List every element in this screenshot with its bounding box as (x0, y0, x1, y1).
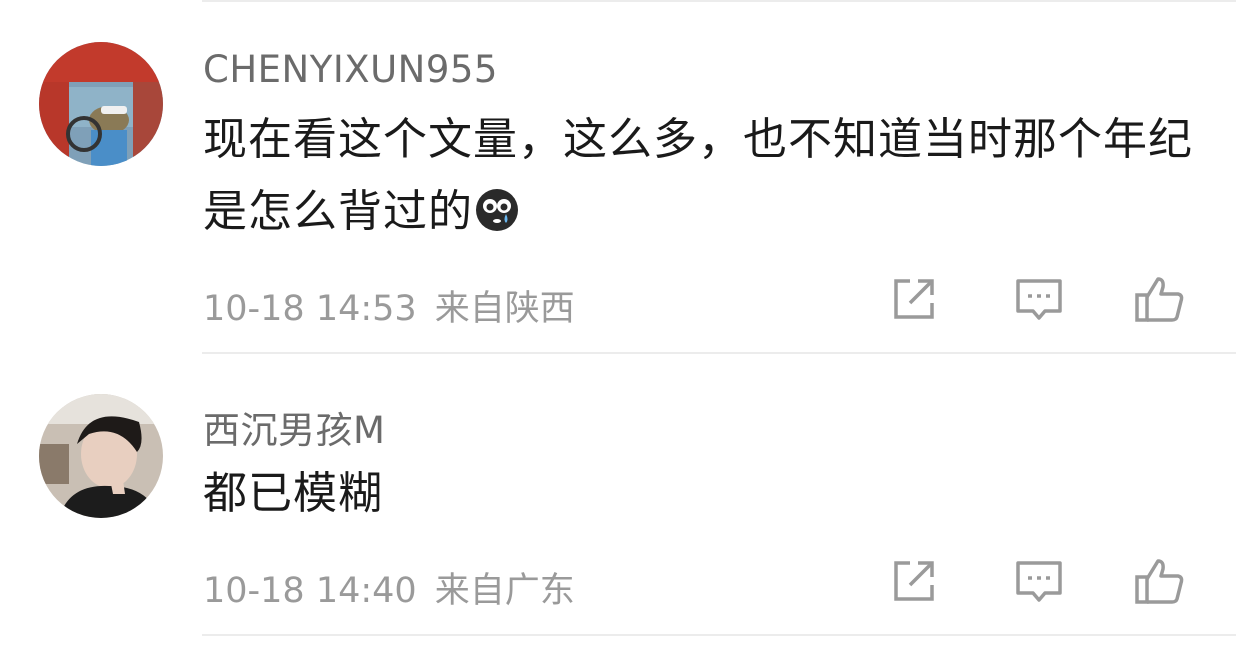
comment-text: 都已模糊 (203, 458, 1203, 530)
username[interactable]: 西沉男孩M (203, 400, 385, 454)
thumbs-up-icon (1135, 277, 1184, 322)
comment-meta: 10-18 14:53 来自陕西 (203, 280, 575, 331)
share-icon (894, 279, 934, 319)
avatar-car-character-icon (39, 42, 163, 166)
location: 来自陕西 (434, 289, 575, 329)
thumbs-up-icon (1135, 559, 1184, 604)
username[interactable]: CHENYIXUN955 (203, 48, 498, 91)
like-button[interactable] (1134, 273, 1186, 325)
share-button[interactable] (888, 273, 940, 325)
comment-divider (202, 352, 1236, 354)
comment-text-body: 都已模糊 (203, 468, 383, 519)
avatar-person-photo-icon (39, 394, 163, 518)
share-icon (894, 561, 934, 601)
comment-icon (1016, 561, 1062, 602)
location: 来自广东 (434, 571, 575, 611)
comment-text: 现在看这个文量，这么多，也不知道当时那个年纪是怎么背过的 (203, 104, 1203, 248)
comment-button[interactable] (1013, 273, 1065, 325)
comment-icon (1016, 279, 1062, 320)
comment-text-body: 现在看这个文量，这么多，也不知道当时那个年纪是怎么背过的 (203, 114, 1193, 237)
avatar[interactable] (39, 394, 163, 518)
share-button[interactable] (888, 555, 940, 607)
comment-divider (202, 634, 1236, 636)
timestamp: 10-18 14:53 (203, 289, 417, 329)
top-divider (202, 0, 1236, 2)
avatar[interactable] (39, 42, 163, 166)
comment-button[interactable] (1013, 555, 1065, 607)
tearful-face-emoji-icon (476, 189, 518, 231)
timestamp: 10-18 14:40 (203, 571, 417, 611)
like-button[interactable] (1134, 555, 1186, 607)
comment-meta: 10-18 14:40 来自广东 (203, 562, 575, 613)
